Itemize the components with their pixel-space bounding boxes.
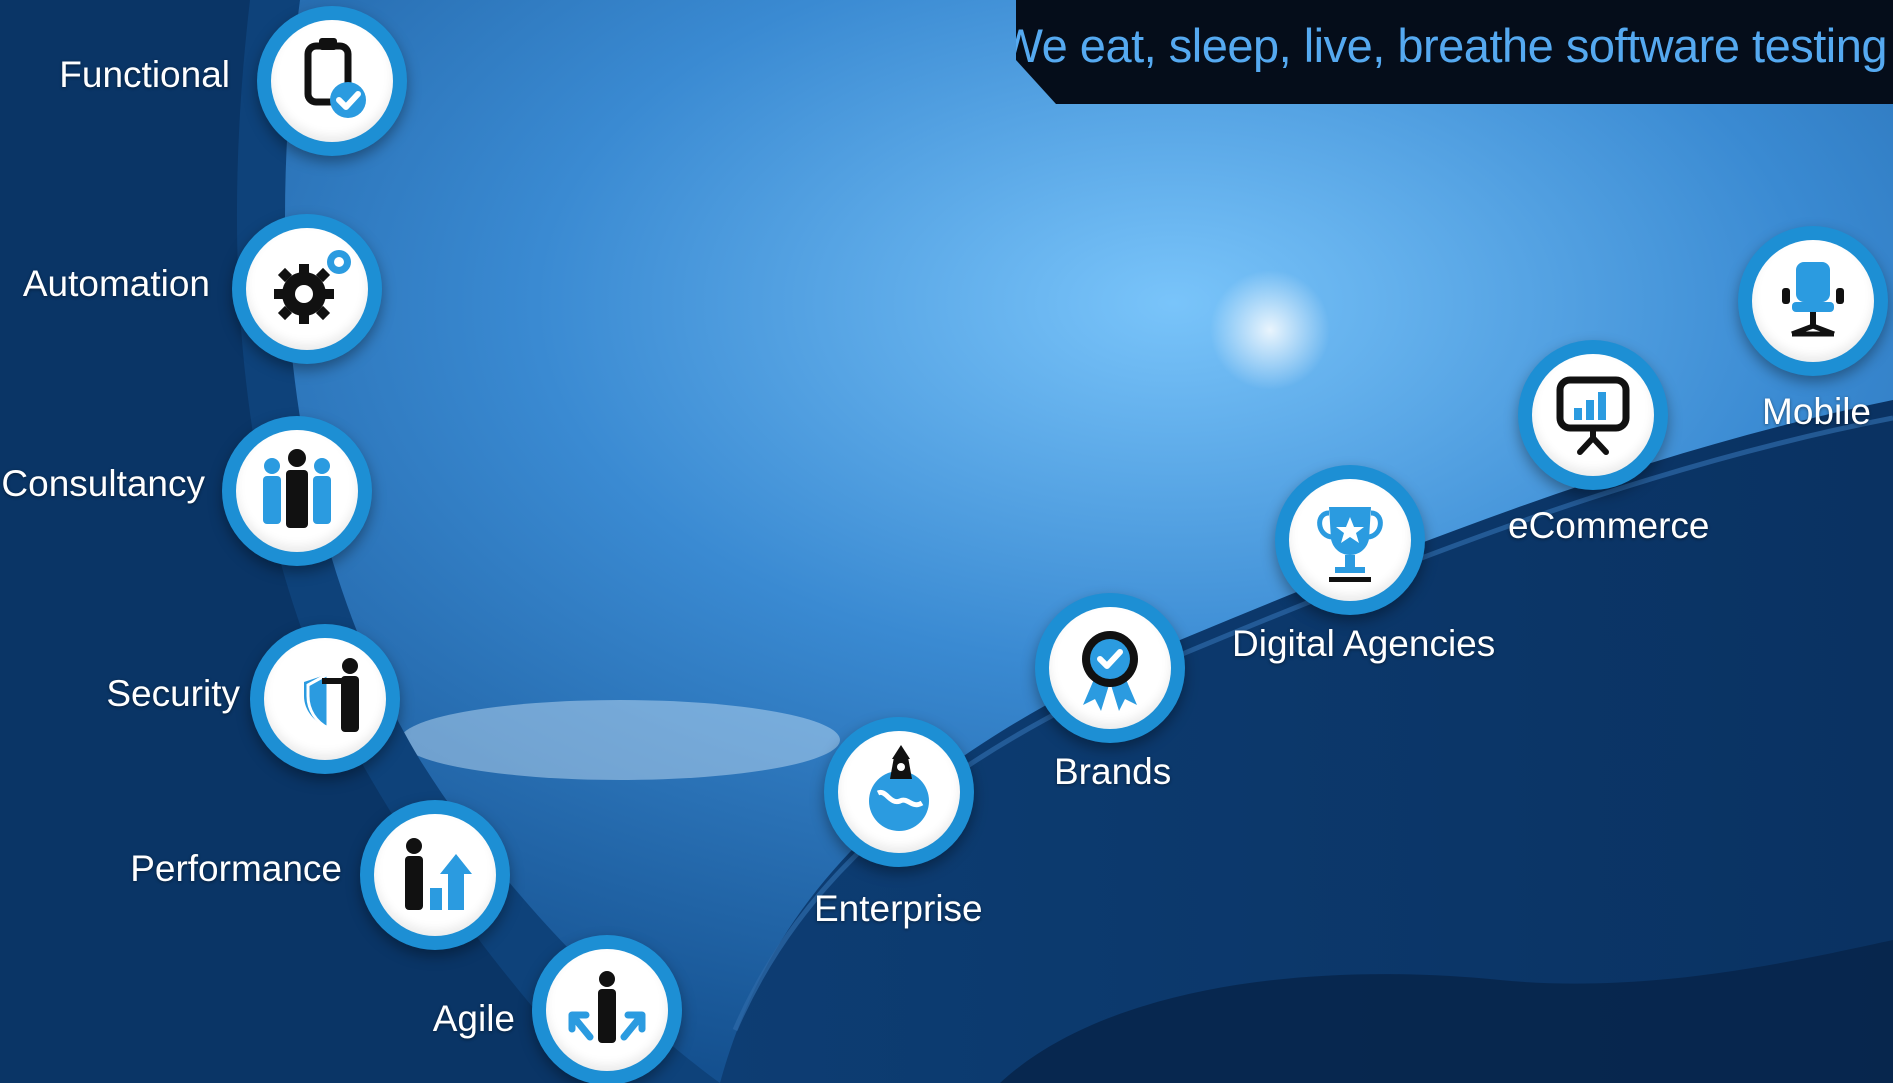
node-face	[1049, 607, 1171, 729]
node-face	[838, 731, 960, 853]
service-node-security[interactable]	[250, 624, 400, 774]
service-node-agile[interactable]	[532, 935, 682, 1083]
client-label-enterprise: Enterprise	[814, 888, 983, 929]
gears-icon	[274, 250, 351, 324]
rocket-globe-icon	[869, 745, 929, 831]
award-ribbon-icon	[1082, 631, 1138, 711]
service-node-performance[interactable]	[360, 800, 510, 950]
client-node-mobile[interactable]	[1738, 226, 1888, 376]
client-label-brands: Brands	[1054, 751, 1172, 792]
client-label-ecommerce: eCommerce	[1508, 505, 1710, 546]
office-chair-icon	[1782, 262, 1844, 337]
service-node-functional[interactable]	[257, 6, 407, 156]
presentation-board-icon	[1556, 376, 1630, 455]
client-node-brands[interactable]	[1035, 593, 1185, 743]
node-face	[236, 430, 358, 552]
node-face	[246, 228, 368, 350]
node-face	[271, 20, 393, 142]
service-label-automation: Automation	[22, 263, 210, 304]
client-node-digital-agencies[interactable]	[1275, 465, 1425, 615]
node-face	[264, 638, 386, 760]
service-node-automation[interactable]	[232, 214, 382, 364]
client-label-mobile: Mobile	[1762, 391, 1871, 432]
trophy-icon	[1317, 507, 1383, 582]
tagline-text: We eat, sleep, live, breathe software te…	[998, 19, 1888, 72]
service-label-agile: Agile	[432, 998, 515, 1039]
person-arrows-icon	[568, 971, 646, 1043]
clipboard-check-icon	[304, 38, 366, 118]
team-icon	[263, 449, 331, 528]
node-face	[546, 949, 668, 1071]
tagline-banner: We eat, sleep, live, breathe software te…	[1016, 0, 1893, 104]
growth-chart-person-icon	[405, 838, 472, 910]
service-label-security: Security	[106, 673, 240, 714]
service-label-consultancy: Consultancy	[1, 463, 205, 504]
node-face	[1752, 240, 1874, 362]
client-label-digital-agencies: Digital Agencies	[1232, 623, 1496, 664]
hero-scene: We eat, sleep, live, breathe software te…	[0, 0, 1893, 1083]
client-node-ecommerce[interactable]	[1518, 340, 1668, 490]
node-face	[1289, 479, 1411, 601]
node-face	[1532, 354, 1654, 476]
client-node-enterprise[interactable]	[824, 717, 974, 867]
service-label-performance: Performance	[130, 848, 342, 889]
node-face	[374, 814, 496, 936]
service-label-functional: Functional	[59, 54, 230, 95]
service-node-consultancy[interactable]	[222, 416, 372, 566]
shield-person-icon	[304, 658, 359, 732]
